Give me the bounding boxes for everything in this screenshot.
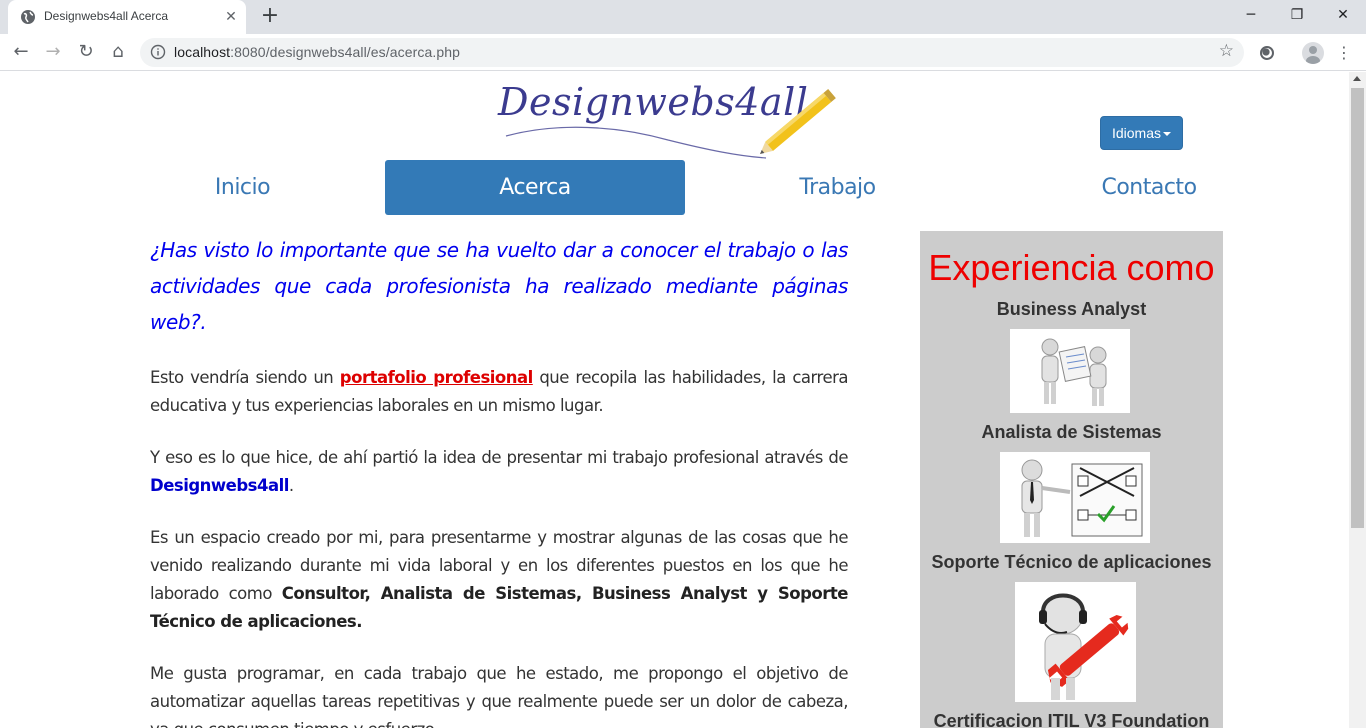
extension-icon[interactable] bbox=[1260, 46, 1274, 60]
paragraph-automation: Me gusta programar, en cada trabajo que … bbox=[150, 664, 849, 728]
portfolio-link[interactable]: portafolio profesional bbox=[340, 368, 534, 387]
nav-item-contacto[interactable]: Contacto bbox=[1040, 160, 1258, 215]
page-scrollbar[interactable] bbox=[1349, 72, 1366, 728]
systems-analyst-image bbox=[1000, 452, 1150, 543]
back-icon[interactable]: ← bbox=[8, 39, 34, 65]
bookmark-star-icon[interactable]: ☆ bbox=[1219, 41, 1234, 61]
about-content: ¿Has visto lo importante que se ha vuelt… bbox=[150, 232, 849, 728]
experience-label: Soporte Técnico de aplicaciones bbox=[931, 552, 1212, 572]
page-viewport: Designwebs4all Idiomas Inicio Acerca Tra… bbox=[0, 72, 1366, 728]
experience-label: Analista de Sistemas bbox=[981, 422, 1162, 442]
info-icon[interactable] bbox=[150, 44, 166, 60]
language-dropdown-button[interactable]: Idiomas bbox=[1100, 116, 1183, 150]
experience-label: Business Analyst bbox=[996, 299, 1147, 319]
reload-icon[interactable]: ↻ bbox=[73, 39, 99, 65]
caret-down-icon bbox=[1163, 132, 1172, 137]
browser-menu-icon[interactable]: ⋮ bbox=[1336, 42, 1352, 64]
new-tab-icon[interactable]: + bbox=[258, 5, 282, 29]
brand-name: Designwebs4all bbox=[150, 476, 289, 495]
tab-title: Designwebs4all Acerca bbox=[44, 9, 169, 23]
forward-icon[interactable]: → bbox=[40, 39, 66, 65]
experience-sidebar: Experiencia como Business Analyst Analis… bbox=[920, 231, 1223, 728]
address-bar[interactable]: localhost:8080/designwebs4all/es/acerca.… bbox=[140, 38, 1244, 67]
browser-tabstrip: Designwebs4all Acerca ✕ + ─ ❐ ✕ bbox=[0, 0, 1366, 34]
url-text: localhost:8080/designwebs4all/es/acerca.… bbox=[174, 44, 461, 60]
globe-icon bbox=[21, 10, 35, 24]
browser-tab[interactable]: Designwebs4all Acerca ✕ bbox=[8, 0, 246, 34]
main-navigation: Inicio Acerca Trabajo Contacto bbox=[0, 160, 1366, 216]
paragraph-portfolio: Esto vendría siendo un portafolio profes… bbox=[150, 368, 849, 415]
support-image bbox=[1015, 582, 1136, 702]
business-analyst-image bbox=[1010, 329, 1130, 413]
site-logo[interactable]: Designwebs4all bbox=[498, 78, 854, 162]
nav-item-acerca[interactable]: Acerca bbox=[385, 160, 685, 215]
experience-label: Certificacion ITIL V3 Foundation bbox=[933, 711, 1210, 728]
nav-item-trabajo[interactable]: Trabajo bbox=[740, 160, 935, 215]
scrollbar-thumb[interactable] bbox=[1351, 88, 1364, 528]
browser-toolbar: ← → ↻ ⌂ localhost:8080/designwebs4all/es… bbox=[0, 34, 1366, 71]
pencil-logo-icon bbox=[505, 88, 836, 159]
lead-question: ¿Has visto lo importante que se ha vuelt… bbox=[150, 238, 848, 334]
nav-item-inicio[interactable]: Inicio bbox=[150, 160, 335, 215]
close-window-icon[interactable]: ✕ bbox=[1320, 0, 1366, 30]
home-icon[interactable]: ⌂ bbox=[105, 39, 131, 65]
profile-avatar-icon[interactable] bbox=[1302, 42, 1324, 64]
restore-icon[interactable]: ❐ bbox=[1274, 0, 1320, 30]
sidebar-title: Experiencia como bbox=[928, 247, 1215, 288]
close-tab-icon[interactable]: ✕ bbox=[222, 8, 240, 26]
paragraph-roles: Es un espacio creado por mi, para presen… bbox=[150, 528, 849, 631]
scroll-up-icon[interactable] bbox=[1353, 76, 1361, 81]
paragraph-origin: Y eso es lo que hice, de ahí partió la i… bbox=[150, 448, 849, 495]
minimize-icon[interactable]: ─ bbox=[1228, 0, 1274, 30]
